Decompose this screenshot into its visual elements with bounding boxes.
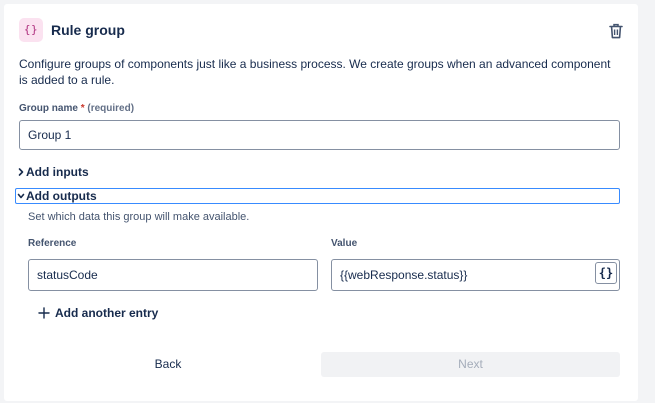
group-name-label: Group name * (required) (19, 103, 134, 114)
group-name-input[interactable] (19, 120, 620, 150)
back-button[interactable]: Back (19, 352, 317, 377)
add-another-entry-button[interactable]: Add another entry (38, 306, 158, 320)
chevron-right-icon (18, 168, 24, 176)
add-outputs-label: Add outputs (26, 189, 97, 203)
panel-header: {} Rule group (19, 18, 623, 44)
group-name-label-text: Group name (19, 103, 78, 114)
add-inputs-toggle[interactable]: Add inputs (16, 164, 89, 180)
add-another-entry-label: Add another entry (55, 306, 159, 320)
value-column-label: Value (331, 238, 358, 249)
page-title: Rule group (51, 22, 125, 38)
required-text: (required) (87, 103, 135, 114)
chevron-down-icon (17, 193, 25, 199)
outputs-description: Set which data this group will make avai… (28, 211, 250, 223)
add-inputs-label: Add inputs (26, 165, 89, 179)
plus-icon (38, 307, 50, 319)
rule-group-panel: {} Rule group Configure groups of compon… (4, 4, 638, 401)
value-input[interactable] (331, 259, 620, 291)
required-marker: * (80, 103, 85, 114)
value-field: {} (331, 259, 620, 291)
trash-icon[interactable] (609, 23, 623, 39)
reference-column-label: Reference (28, 238, 77, 249)
panel-description: Configure groups of components just like… (19, 57, 611, 87)
add-outputs-toggle[interactable]: Add outputs (15, 188, 620, 204)
next-button: Next (321, 352, 620, 377)
reference-input[interactable] (28, 259, 318, 291)
curly-braces-icon: {} (19, 18, 43, 42)
insert-variable-button[interactable]: {} (595, 262, 617, 284)
